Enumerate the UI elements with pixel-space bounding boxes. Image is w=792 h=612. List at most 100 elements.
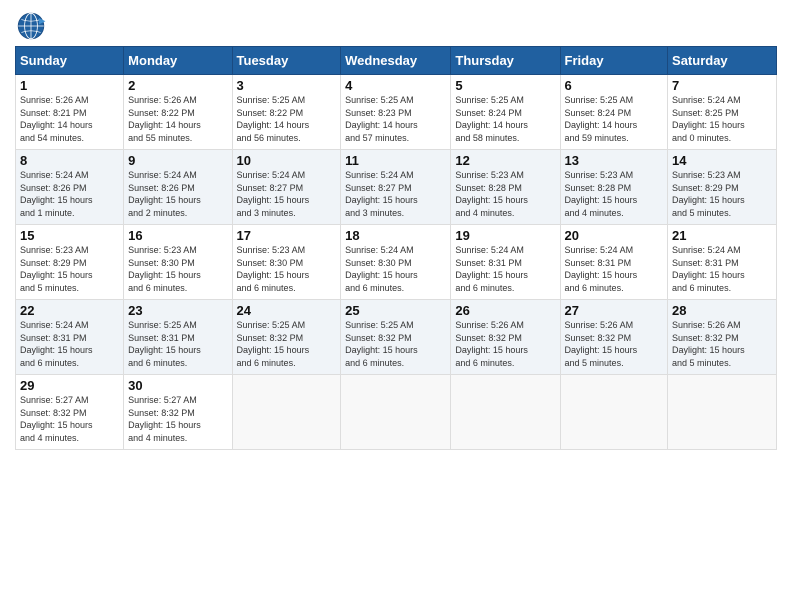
header-tuesday: Tuesday bbox=[232, 47, 341, 75]
day-number: 24 bbox=[237, 303, 337, 318]
main-container: SundayMondayTuesdayWednesdayThursdayFrid… bbox=[0, 0, 792, 460]
logo-globe-icon bbox=[15, 10, 47, 42]
day-number: 1 bbox=[20, 78, 119, 93]
day-info: Sunrise: 5:26 AM Sunset: 8:22 PM Dayligh… bbox=[128, 94, 227, 144]
calendar-cell: 13Sunrise: 5:23 AM Sunset: 8:28 PM Dayli… bbox=[560, 150, 668, 225]
day-info: Sunrise: 5:26 AM Sunset: 8:32 PM Dayligh… bbox=[455, 319, 555, 369]
calendar-cell: 9Sunrise: 5:24 AM Sunset: 8:26 PM Daylig… bbox=[124, 150, 232, 225]
calendar-cell: 4Sunrise: 5:25 AM Sunset: 8:23 PM Daylig… bbox=[341, 75, 451, 150]
day-number: 27 bbox=[565, 303, 664, 318]
day-number: 9 bbox=[128, 153, 227, 168]
calendar-cell: 19Sunrise: 5:24 AM Sunset: 8:31 PM Dayli… bbox=[451, 225, 560, 300]
day-info: Sunrise: 5:25 AM Sunset: 8:22 PM Dayligh… bbox=[237, 94, 337, 144]
calendar-cell: 21Sunrise: 5:24 AM Sunset: 8:31 PM Dayli… bbox=[668, 225, 777, 300]
day-number: 23 bbox=[128, 303, 227, 318]
calendar-cell bbox=[451, 375, 560, 450]
day-info: Sunrise: 5:25 AM Sunset: 8:32 PM Dayligh… bbox=[237, 319, 337, 369]
calendar-cell: 29Sunrise: 5:27 AM Sunset: 8:32 PM Dayli… bbox=[16, 375, 124, 450]
day-info: Sunrise: 5:25 AM Sunset: 8:24 PM Dayligh… bbox=[565, 94, 664, 144]
header-wednesday: Wednesday bbox=[341, 47, 451, 75]
calendar-cell bbox=[232, 375, 341, 450]
day-info: Sunrise: 5:24 AM Sunset: 8:27 PM Dayligh… bbox=[345, 169, 446, 219]
calendar-cell: 10Sunrise: 5:24 AM Sunset: 8:27 PM Dayli… bbox=[232, 150, 341, 225]
day-number: 25 bbox=[345, 303, 446, 318]
calendar-cell: 20Sunrise: 5:24 AM Sunset: 8:31 PM Dayli… bbox=[560, 225, 668, 300]
day-number: 2 bbox=[128, 78, 227, 93]
calendar-cell: 24Sunrise: 5:25 AM Sunset: 8:32 PM Dayli… bbox=[232, 300, 341, 375]
header-thursday: Thursday bbox=[451, 47, 560, 75]
day-info: Sunrise: 5:25 AM Sunset: 8:24 PM Dayligh… bbox=[455, 94, 555, 144]
calendar-cell: 1Sunrise: 5:26 AM Sunset: 8:21 PM Daylig… bbox=[16, 75, 124, 150]
day-number: 3 bbox=[237, 78, 337, 93]
day-info: Sunrise: 5:26 AM Sunset: 8:32 PM Dayligh… bbox=[565, 319, 664, 369]
calendar-cell bbox=[560, 375, 668, 450]
day-info: Sunrise: 5:24 AM Sunset: 8:30 PM Dayligh… bbox=[345, 244, 446, 294]
day-number: 21 bbox=[672, 228, 772, 243]
calendar-week-4: 22Sunrise: 5:24 AM Sunset: 8:31 PM Dayli… bbox=[16, 300, 777, 375]
day-number: 7 bbox=[672, 78, 772, 93]
day-number: 12 bbox=[455, 153, 555, 168]
calendar-cell: 5Sunrise: 5:25 AM Sunset: 8:24 PM Daylig… bbox=[451, 75, 560, 150]
day-number: 14 bbox=[672, 153, 772, 168]
day-info: Sunrise: 5:23 AM Sunset: 8:28 PM Dayligh… bbox=[565, 169, 664, 219]
day-number: 10 bbox=[237, 153, 337, 168]
calendar-cell bbox=[341, 375, 451, 450]
logo-line bbox=[15, 10, 51, 42]
header-monday: Monday bbox=[124, 47, 232, 75]
day-number: 29 bbox=[20, 378, 119, 393]
calendar-cell: 14Sunrise: 5:23 AM Sunset: 8:29 PM Dayli… bbox=[668, 150, 777, 225]
day-number: 6 bbox=[565, 78, 664, 93]
calendar-cell: 16Sunrise: 5:23 AM Sunset: 8:30 PM Dayli… bbox=[124, 225, 232, 300]
calendar-cell: 26Sunrise: 5:26 AM Sunset: 8:32 PM Dayli… bbox=[451, 300, 560, 375]
day-number: 11 bbox=[345, 153, 446, 168]
day-number: 4 bbox=[345, 78, 446, 93]
day-number: 16 bbox=[128, 228, 227, 243]
day-number: 8 bbox=[20, 153, 119, 168]
calendar-cell: 22Sunrise: 5:24 AM Sunset: 8:31 PM Dayli… bbox=[16, 300, 124, 375]
calendar-week-2: 8Sunrise: 5:24 AM Sunset: 8:26 PM Daylig… bbox=[16, 150, 777, 225]
day-info: Sunrise: 5:23 AM Sunset: 8:28 PM Dayligh… bbox=[455, 169, 555, 219]
day-info: Sunrise: 5:24 AM Sunset: 8:27 PM Dayligh… bbox=[237, 169, 337, 219]
day-number: 5 bbox=[455, 78, 555, 93]
day-number: 13 bbox=[565, 153, 664, 168]
header-sunday: Sunday bbox=[16, 47, 124, 75]
day-number: 20 bbox=[565, 228, 664, 243]
day-info: Sunrise: 5:26 AM Sunset: 8:21 PM Dayligh… bbox=[20, 94, 119, 144]
day-info: Sunrise: 5:23 AM Sunset: 8:30 PM Dayligh… bbox=[237, 244, 337, 294]
day-number: 26 bbox=[455, 303, 555, 318]
day-number: 19 bbox=[455, 228, 555, 243]
calendar-cell: 6Sunrise: 5:25 AM Sunset: 8:24 PM Daylig… bbox=[560, 75, 668, 150]
calendar-cell: 12Sunrise: 5:23 AM Sunset: 8:28 PM Dayli… bbox=[451, 150, 560, 225]
calendar-week-1: 1Sunrise: 5:26 AM Sunset: 8:21 PM Daylig… bbox=[16, 75, 777, 150]
header-saturday: Saturday bbox=[668, 47, 777, 75]
day-info: Sunrise: 5:26 AM Sunset: 8:32 PM Dayligh… bbox=[672, 319, 772, 369]
day-info: Sunrise: 5:25 AM Sunset: 8:23 PM Dayligh… bbox=[345, 94, 446, 144]
calendar-cell: 11Sunrise: 5:24 AM Sunset: 8:27 PM Dayli… bbox=[341, 150, 451, 225]
header bbox=[15, 10, 777, 42]
calendar-cell bbox=[668, 375, 777, 450]
calendar-cell: 28Sunrise: 5:26 AM Sunset: 8:32 PM Dayli… bbox=[668, 300, 777, 375]
day-info: Sunrise: 5:24 AM Sunset: 8:26 PM Dayligh… bbox=[128, 169, 227, 219]
calendar-cell: 30Sunrise: 5:27 AM Sunset: 8:32 PM Dayli… bbox=[124, 375, 232, 450]
day-number: 30 bbox=[128, 378, 227, 393]
calendar-cell: 25Sunrise: 5:25 AM Sunset: 8:32 PM Dayli… bbox=[341, 300, 451, 375]
day-info: Sunrise: 5:24 AM Sunset: 8:31 PM Dayligh… bbox=[20, 319, 119, 369]
day-info: Sunrise: 5:24 AM Sunset: 8:31 PM Dayligh… bbox=[455, 244, 555, 294]
header-friday: Friday bbox=[560, 47, 668, 75]
day-info: Sunrise: 5:24 AM Sunset: 8:26 PM Dayligh… bbox=[20, 169, 119, 219]
calendar-cell: 7Sunrise: 5:24 AM Sunset: 8:25 PM Daylig… bbox=[668, 75, 777, 150]
day-info: Sunrise: 5:24 AM Sunset: 8:25 PM Dayligh… bbox=[672, 94, 772, 144]
day-number: 15 bbox=[20, 228, 119, 243]
calendar-cell: 23Sunrise: 5:25 AM Sunset: 8:31 PM Dayli… bbox=[124, 300, 232, 375]
calendar-cell: 2Sunrise: 5:26 AM Sunset: 8:22 PM Daylig… bbox=[124, 75, 232, 150]
calendar-cell: 8Sunrise: 5:24 AM Sunset: 8:26 PM Daylig… bbox=[16, 150, 124, 225]
day-number: 17 bbox=[237, 228, 337, 243]
calendar-week-5: 29Sunrise: 5:27 AM Sunset: 8:32 PM Dayli… bbox=[16, 375, 777, 450]
day-info: Sunrise: 5:23 AM Sunset: 8:29 PM Dayligh… bbox=[20, 244, 119, 294]
day-info: Sunrise: 5:23 AM Sunset: 8:30 PM Dayligh… bbox=[128, 244, 227, 294]
day-number: 18 bbox=[345, 228, 446, 243]
calendar-header-row: SundayMondayTuesdayWednesdayThursdayFrid… bbox=[16, 47, 777, 75]
calendar-cell: 15Sunrise: 5:23 AM Sunset: 8:29 PM Dayli… bbox=[16, 225, 124, 300]
day-number: 28 bbox=[672, 303, 772, 318]
calendar-week-3: 15Sunrise: 5:23 AM Sunset: 8:29 PM Dayli… bbox=[16, 225, 777, 300]
